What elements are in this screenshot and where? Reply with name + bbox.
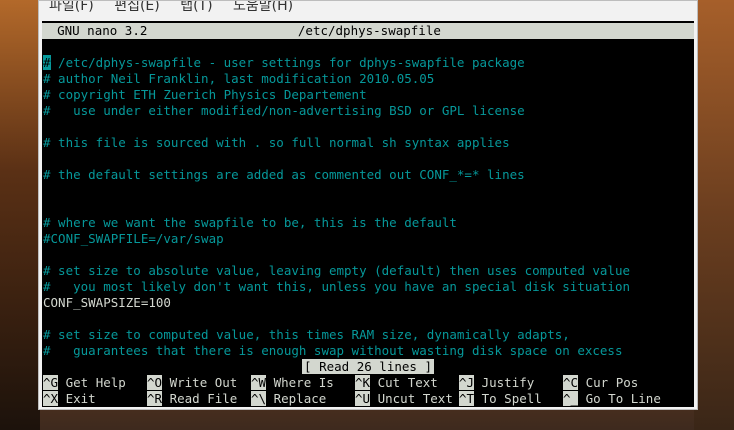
menu-help[interactable]: 도움말(H) — [233, 1, 293, 13]
menu-file[interactable]: 파일(F) — [49, 1, 94, 13]
file-line: # guarantees that there is enough swap w… — [43, 343, 623, 358]
shortcut-key: ^R — [147, 391, 163, 406]
shortcut-label: Write Out — [162, 375, 238, 390]
file-line: # where we want the swapfile to be, this… — [43, 215, 457, 230]
shortcut-key: ^J — [459, 375, 475, 390]
file-line — [43, 247, 693, 263]
shortcut-key: ^T — [459, 391, 475, 406]
file-line: #CONF_SWAPFILE=/var/swap — [43, 231, 224, 246]
file-line — [43, 311, 693, 327]
file-line: # this file is sourced with . so full no… — [43, 135, 510, 150]
shortcut-label: Read File — [162, 391, 238, 406]
menu-edit[interactable]: 편집(E) — [114, 1, 160, 13]
shortcut-item[interactable]: ^J Justify — [459, 375, 563, 391]
shortcut-key: ^C — [563, 375, 579, 390]
menubar: 파일(F) 편집(E) 탭(T) 도움말(H) — [39, 1, 697, 17]
shortcut-label: Cur Pos — [578, 375, 639, 390]
shortcut-label: To Spell — [474, 391, 542, 406]
shortcut-item[interactable]: ^_ Go To Line — [563, 391, 667, 407]
shortcut-key: ^U — [355, 391, 371, 406]
file-line: # /etc/dphys-swapfile - user settings fo… — [43, 55, 693, 71]
shortcut-label: Replace — [266, 391, 327, 406]
file-line — [43, 183, 693, 199]
status-bar: [ Read 26 lines ] — [42, 359, 694, 375]
shortcut-key: ^\ — [251, 391, 267, 406]
file-line-text: /etc/dphys-swapfile - user settings for … — [50, 55, 525, 70]
shortcut-item[interactable]: ^R Read File — [147, 391, 251, 407]
terminal-area[interactable]: GNU nano 3.2 /etc/dphys-swapfile # /etc/… — [42, 21, 694, 407]
desktop-wallpaper-right — [694, 0, 734, 430]
shortcut-label: Where Is — [266, 375, 334, 390]
shortcut-row: ^G Get Help ^O Write Out ^W Where Is ^K Cut… — [43, 375, 693, 391]
file-line — [43, 119, 693, 135]
nano-version: GNU nano 3.2 — [57, 23, 148, 38]
shortcut-item[interactable]: ^X Exit — [43, 391, 147, 407]
shortcut-bar: ^G Get Help ^O Write Out ^W Where Is ^K Cut… — [43, 375, 693, 407]
file-content[interactable]: # /etc/dphys-swapfile - user settings fo… — [43, 55, 693, 359]
shortcut-key: ^W — [251, 375, 267, 390]
file-line: # you most likely don't want this, unles… — [43, 279, 630, 294]
shortcut-item[interactable]: ^G Get Help — [43, 375, 147, 391]
file-line: # the default settings are added as comm… — [43, 167, 525, 182]
file-line: # use under either modified/non-advertis… — [43, 103, 525, 118]
shortcut-key: ^K — [355, 375, 371, 390]
shortcut-label: Go To Line — [578, 391, 661, 406]
shortcut-row: ^X Exit ^R Read File ^\ Replace ^U Uncut Te… — [43, 391, 693, 407]
shortcut-key: ^X — [43, 391, 59, 406]
file-line: # author Neil Franklin, last modificatio… — [43, 71, 435, 86]
file-line — [43, 199, 693, 215]
file-line: CONF_SWAPSIZE=100 — [43, 295, 171, 310]
shortcut-item[interactable]: ^\ Replace — [251, 391, 355, 407]
text-cursor: # — [43, 55, 51, 70]
shortcut-key: ^G — [43, 375, 59, 390]
shortcut-item[interactable]: ^T To Spell — [459, 391, 563, 407]
shortcut-key: ^_ — [563, 391, 579, 406]
file-line: # set size to absolute value, leaving em… — [43, 263, 630, 278]
file-line — [43, 151, 693, 167]
nano-titlebar: GNU nano 3.2 /etc/dphys-swapfile — [42, 23, 694, 39]
shortcut-label: Uncut Text — [370, 391, 453, 406]
file-line: # set size to computed value, this times… — [43, 327, 570, 342]
terminal-window: 파일(F) 편집(E) 탭(T) 도움말(H) GNU nano 3.2 /et… — [38, 0, 698, 410]
shortcut-key: ^O — [147, 375, 163, 390]
menu-tabs[interactable]: 탭(T) — [180, 1, 212, 13]
shortcut-label: Cut Text — [370, 375, 438, 390]
shortcut-label: Get Help — [58, 375, 126, 390]
shortcut-item[interactable]: ^W Where Is — [251, 375, 355, 391]
shortcut-item[interactable]: ^C Cur Pos — [563, 375, 667, 391]
shortcut-label: Justify — [474, 375, 535, 390]
desktop-wallpaper-left — [0, 0, 40, 430]
status-message: [ Read 26 lines ] — [302, 359, 434, 374]
shortcut-label: Exit — [58, 391, 96, 406]
shortcut-item[interactable]: ^U Uncut Text — [355, 391, 459, 407]
shortcut-item[interactable]: ^K Cut Text — [355, 375, 459, 391]
nano-filename: /etc/dphys-swapfile — [297, 23, 441, 38]
shortcut-item[interactable]: ^O Write Out — [147, 375, 251, 391]
file-line: # copyright ETH Zuerich Physics Departem… — [43, 87, 367, 102]
